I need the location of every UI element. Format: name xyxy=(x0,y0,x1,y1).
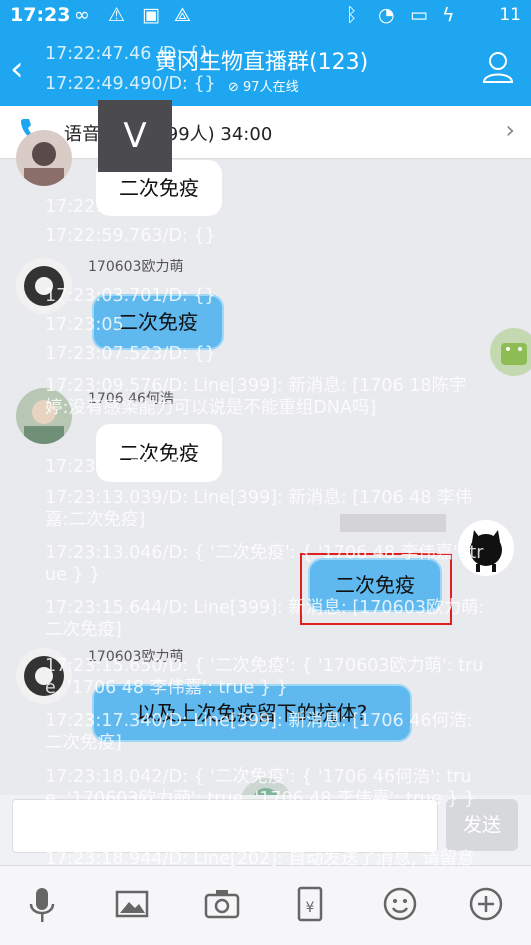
sender-name: 1706 46何浩 xyxy=(88,391,174,407)
microphone-icon[interactable] xyxy=(22,884,62,924)
sender-name: 170603欧力萌 xyxy=(88,649,184,665)
image-icon[interactable] xyxy=(112,884,152,924)
battery-level: 11 xyxy=(499,5,521,25)
camera-icon[interactable] xyxy=(202,884,242,924)
charging-icon: ϟ xyxy=(442,4,455,26)
plus-icon[interactable] xyxy=(466,884,506,924)
chat-header: ‹ 黄冈生物直播群(123) ⊘ 97人在线 xyxy=(0,34,531,106)
emoji-icon[interactable] xyxy=(380,884,420,924)
back-button[interactable]: ‹ xyxy=(10,52,24,86)
status-time: 17:23 xyxy=(10,4,71,26)
screen-icon: ▭ xyxy=(410,4,428,26)
input-area: 发送 xyxy=(0,795,531,865)
svg-text:¥: ¥ xyxy=(306,900,315,916)
red-packet-icon[interactable]: ¥ xyxy=(290,884,330,924)
message-bubble[interactable]: 以及上次免疫留下的抗体? xyxy=(92,684,412,742)
notification-icon: ▣ xyxy=(142,4,160,26)
message-bubble[interactable]: 二次免疫 xyxy=(308,558,442,612)
status-bar: 17:23 ∞ ⚠ ▣ ⟁ ᛒ ◔ ▭ ϟ 11 xyxy=(0,0,531,34)
wifi-icon: ◔ xyxy=(378,4,395,26)
my-avatar[interactable] xyxy=(458,520,514,576)
my-name-redacted xyxy=(340,514,446,532)
log-line: 17:22:59.763/D: {} xyxy=(45,226,216,246)
sender-name: 170603欧力萌 xyxy=(88,259,184,275)
bluetooth-icon: ᛒ xyxy=(346,4,358,26)
avatar[interactable] xyxy=(16,388,72,444)
avatar[interactable] xyxy=(16,258,72,314)
online-count-text: 97人在线 xyxy=(243,80,299,95)
avatar[interactable] xyxy=(16,130,72,186)
bottom-toolbar: ¥ xyxy=(0,865,531,945)
online-count: ⊘ 97人在线 xyxy=(228,80,299,95)
chevron-right-icon: › xyxy=(505,116,515,144)
voice-call-banner[interactable]: 语音通话中 (99人) 34:00 › xyxy=(0,106,531,159)
android-float-icon[interactable] xyxy=(487,325,531,379)
avatar[interactable] xyxy=(16,648,72,704)
message-input[interactable] xyxy=(12,799,438,853)
overlay-v-button[interactable]: V xyxy=(98,100,172,172)
group-title: 黄冈生物直播群(123) xyxy=(155,50,369,75)
send-button[interactable]: 发送 xyxy=(446,799,518,851)
message-bubble[interactable]: 二次免疫 xyxy=(96,424,222,482)
message-bubble[interactable]: 二次免疫 xyxy=(92,294,224,350)
loop-icon: ∞ xyxy=(74,4,90,26)
warning-icon: ⚠ xyxy=(108,4,126,26)
group-profile-icon[interactable] xyxy=(481,50,515,84)
usb-icon: ⟁ xyxy=(174,4,191,26)
